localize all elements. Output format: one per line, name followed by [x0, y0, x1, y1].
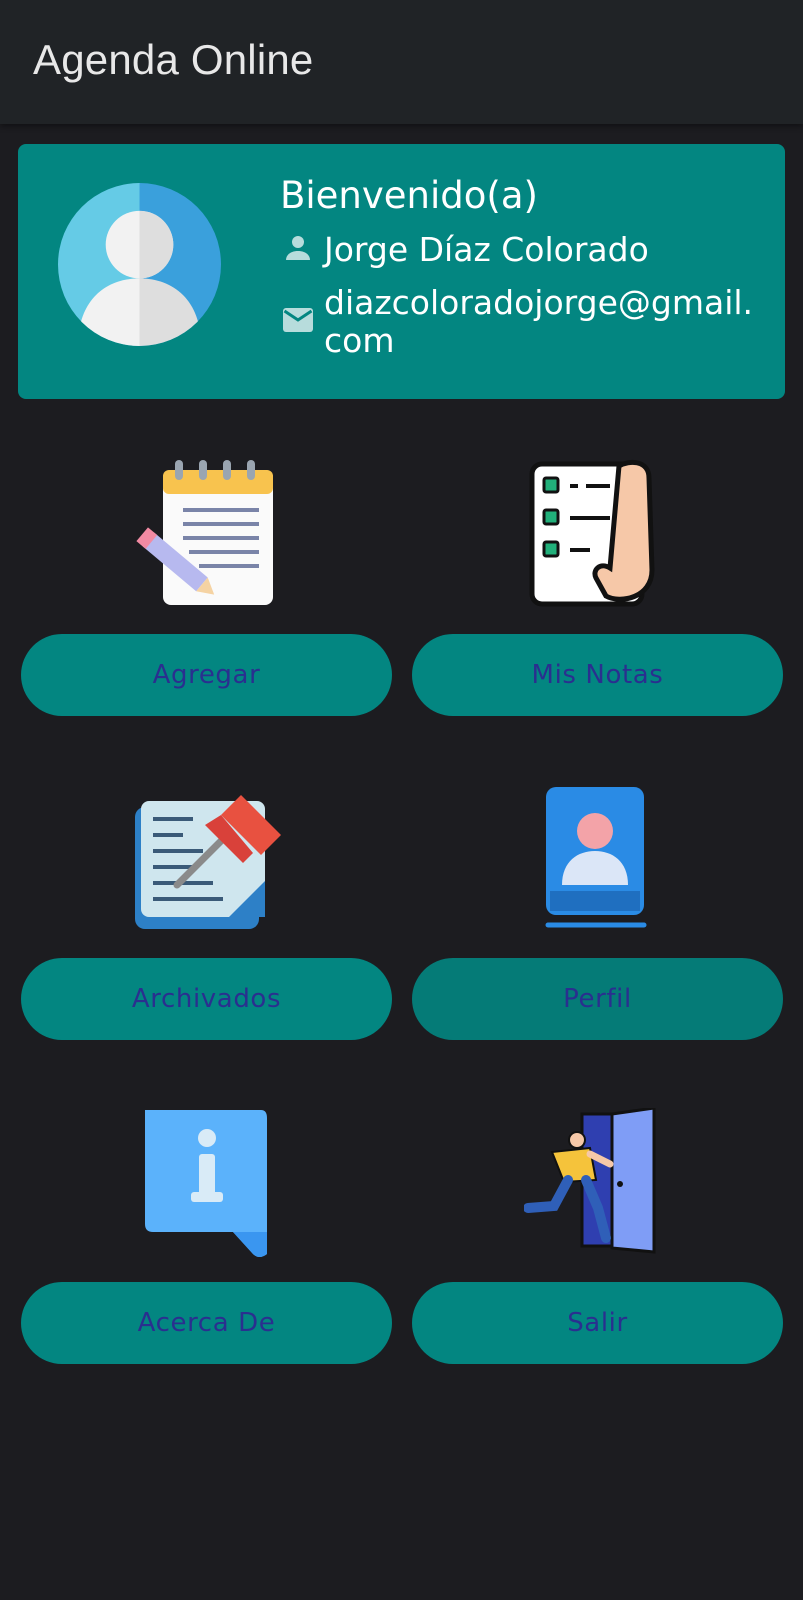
agregar-button[interactable]: Agregar: [21, 634, 392, 716]
checklist-hand-icon[interactable]: [524, 458, 674, 608]
perfil-button[interactable]: Perfil: [412, 958, 783, 1040]
salir-button[interactable]: Salir: [412, 1282, 783, 1364]
user-email-row: diazcoloradojorge@gmail.com: [280, 284, 764, 360]
avatar-icon: [58, 183, 221, 346]
exit-door-icon[interactable]: [524, 1108, 674, 1258]
info-icon[interactable]: [133, 1108, 283, 1258]
archivados-button[interactable]: Archivados: [21, 958, 392, 1040]
profile-card: Bienvenido(a) Jorge Díaz Colorado diazco…: [18, 144, 785, 399]
pinned-note-icon[interactable]: [133, 785, 283, 935]
app-bar: Agenda Online: [0, 0, 803, 124]
user-name: Jorge Díaz Colorado: [324, 230, 649, 269]
app-title: Agenda Online: [33, 36, 314, 83]
contact-book-icon[interactable]: [524, 785, 674, 935]
mis-notas-button[interactable]: Mis Notas: [412, 634, 783, 716]
acerca-de-button[interactable]: Acerca De: [21, 1282, 392, 1364]
user-email: diazcoloradojorge@gmail.com: [324, 283, 754, 360]
user-name-row: Jorge Díaz Colorado: [280, 230, 649, 270]
notepad-pencil-icon[interactable]: [133, 458, 283, 608]
person-icon: [286, 236, 310, 260]
welcome-text: Bienvenido(a): [280, 174, 538, 217]
email-icon: [283, 308, 313, 332]
